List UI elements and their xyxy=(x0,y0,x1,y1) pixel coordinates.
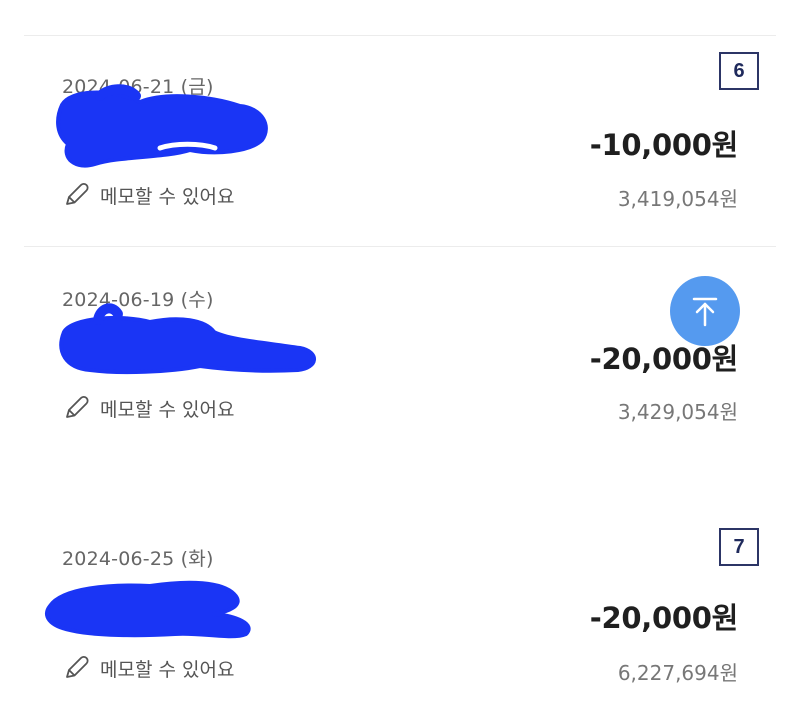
arrow-up-to-top-icon xyxy=(692,297,718,327)
pencil-icon xyxy=(66,395,89,418)
memo-label: 메모할 수 있어요 xyxy=(100,185,235,208)
pencil-icon xyxy=(66,655,89,678)
memo-label: 메모할 수 있어요 xyxy=(100,658,235,681)
transaction-item[interactable]: 2024-06-25 (화) 메모할 수 있어요 -20,000원 6,227,… xyxy=(0,512,800,722)
scroll-to-top-button[interactable] xyxy=(670,276,740,346)
row-divider xyxy=(24,246,776,247)
transaction-item[interactable]: 2024-06-21 (금) 메모할 수 있어요 -10,000원 3,419,… xyxy=(0,40,800,250)
memo-button[interactable]: 메모할 수 있어요 xyxy=(62,180,234,210)
transaction-amount: -10,000원 xyxy=(589,128,739,162)
memo-button[interactable]: 메모할 수 있어요 xyxy=(62,653,234,683)
balance-after: 3,419,054원 xyxy=(617,187,738,211)
balance-after: 6,227,694원 xyxy=(617,661,738,685)
transaction-amount: -20,000원 xyxy=(589,601,739,635)
transaction-item[interactable]: 2024-06-19 (수) 메모할 수 있어요 -20,000원 3,429,… xyxy=(0,252,800,462)
balance-after: 3,429,054원 xyxy=(617,400,738,424)
annotation-badge: 6 xyxy=(719,52,759,90)
pencil-icon xyxy=(66,182,89,205)
top-divider xyxy=(24,35,776,36)
annotation-badge: 7 xyxy=(719,528,759,566)
memo-label: 메모할 수 있어요 xyxy=(100,398,235,421)
memo-button[interactable]: 메모할 수 있어요 xyxy=(62,393,234,423)
